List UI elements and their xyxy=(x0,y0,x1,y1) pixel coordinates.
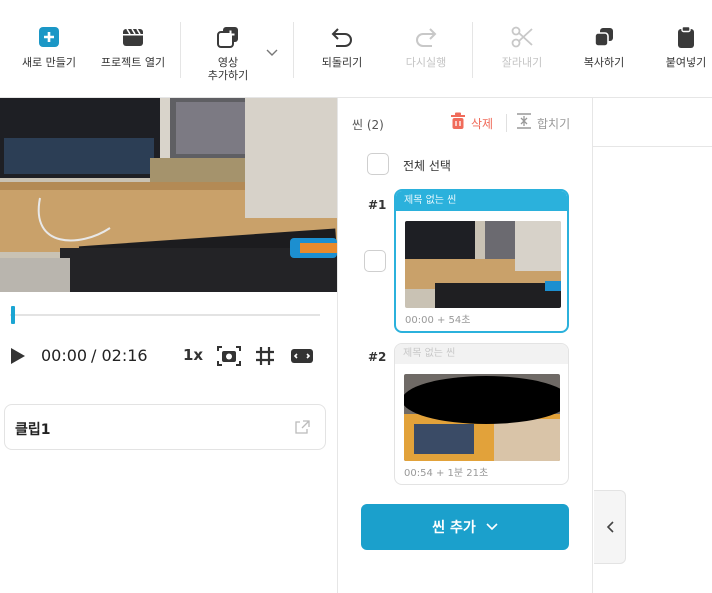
new-project-button[interactable]: 새로 만들기 xyxy=(18,24,80,90)
merge-label: 합치기 xyxy=(537,116,571,131)
toolbar-divider xyxy=(180,22,181,78)
redo-button[interactable]: 다시실행 xyxy=(398,24,454,90)
panel-divider xyxy=(337,98,338,593)
redo-label: 다시실행 xyxy=(405,56,447,69)
clapperboard-icon xyxy=(120,24,146,50)
right-panel-divider xyxy=(593,146,712,147)
scene-title[interactable]: 제목 없는 씬 xyxy=(396,191,567,211)
external-link-icon[interactable] xyxy=(293,419,311,439)
add-scene-label: 씬 추가 xyxy=(432,520,476,536)
undo-button[interactable]: 되돌리기 xyxy=(314,24,370,90)
add-video-button[interactable]: 영상 추가하기 xyxy=(200,24,256,90)
add-video-label: 영상 추가하기 xyxy=(207,56,249,82)
new-project-label: 새로 만들기 xyxy=(21,56,77,69)
total-time: / 02:16 xyxy=(91,346,148,365)
play-icon[interactable] xyxy=(11,348,25,364)
copy-label: 복사하기 xyxy=(583,56,625,69)
cut-button[interactable]: 잘라내기 xyxy=(494,24,550,90)
timeline-slider[interactable] xyxy=(10,306,320,324)
scene-duration: 00:54 + 1분 21초 xyxy=(404,468,489,479)
player-controls: 00:00 / 02:16 1x xyxy=(0,342,337,370)
merge-scenes-button[interactable]: 합치기 xyxy=(516,112,570,134)
playback-speed[interactable]: 1x xyxy=(183,346,203,364)
scene-thumbnail xyxy=(405,221,561,308)
toolbar-divider xyxy=(472,22,473,78)
paste-label: 붙여넣기 xyxy=(665,56,707,69)
scene-thumbnail xyxy=(404,374,560,461)
chevron-down-icon xyxy=(486,519,498,535)
copy-icon xyxy=(591,24,617,50)
scene-title[interactable]: 제목 없는 씬 xyxy=(395,344,568,364)
aspect-ratio-icon[interactable] xyxy=(289,344,315,368)
merge-icon xyxy=(516,112,532,134)
open-project-button[interactable]: 프로젝트 열기 xyxy=(96,24,170,90)
delete-scenes-button[interactable]: 삭제 xyxy=(450,112,493,134)
chevron-left-icon xyxy=(606,518,614,537)
clip-name: 클립1 xyxy=(15,422,51,438)
scene-number: #2 xyxy=(368,350,387,364)
grid-icon[interactable] xyxy=(253,344,279,368)
redo-icon xyxy=(413,24,439,50)
clipboard-icon xyxy=(673,24,699,50)
scissors-icon xyxy=(509,24,535,50)
panel-divider xyxy=(592,98,593,593)
open-project-label: 프로젝트 열기 xyxy=(100,56,166,69)
delete-label: 삭제 xyxy=(471,116,494,131)
video-preview[interactable] xyxy=(0,98,337,292)
cut-label: 잘라내기 xyxy=(501,56,543,69)
clip-card[interactable]: 클립1 xyxy=(4,404,326,450)
current-time: 00:00 xyxy=(41,346,88,365)
scene-card[interactable]: 제목 없는 씬 00:00 + 54초 xyxy=(394,189,569,333)
scene-duration: 00:00 + 54초 xyxy=(405,315,471,326)
timeline-track xyxy=(10,314,320,316)
video-editor: 새로 만들기 프로젝트 열기 영상 추가하기 되돌리기 다시실행 잘라내기 복사… xyxy=(0,0,712,593)
collapse-panel-button[interactable] xyxy=(594,490,626,564)
chevron-down-icon[interactable] xyxy=(266,42,278,61)
copy-button[interactable]: 복사하기 xyxy=(576,24,632,90)
scene-checkbox[interactable] xyxy=(364,250,386,272)
action-divider xyxy=(506,114,507,132)
screenshot-icon[interactable] xyxy=(216,344,242,368)
undo-icon xyxy=(329,24,355,50)
select-all-checkbox[interactable] xyxy=(367,153,389,175)
add-scene-button[interactable]: 씬 추가 xyxy=(361,504,569,550)
add-copy-icon xyxy=(215,24,241,50)
scene-card[interactable]: 제목 없는 씬 00:54 + 1분 21초 xyxy=(394,343,569,485)
undo-label: 되돌리기 xyxy=(321,56,363,69)
plus-square-icon xyxy=(36,24,62,50)
timeline-handle[interactable] xyxy=(11,306,15,324)
trash-icon xyxy=(450,112,466,134)
scene-count-title: 씬 (2) xyxy=(352,118,384,132)
toolbar-divider xyxy=(293,22,294,78)
paste-button[interactable]: 붙여넣기 xyxy=(658,24,712,90)
scene-number: #1 xyxy=(368,198,387,212)
select-all-label: 전체 선택 xyxy=(403,159,451,173)
toolbar: 새로 만들기 프로젝트 열기 영상 추가하기 되돌리기 다시실행 잘라내기 복사… xyxy=(0,0,712,98)
